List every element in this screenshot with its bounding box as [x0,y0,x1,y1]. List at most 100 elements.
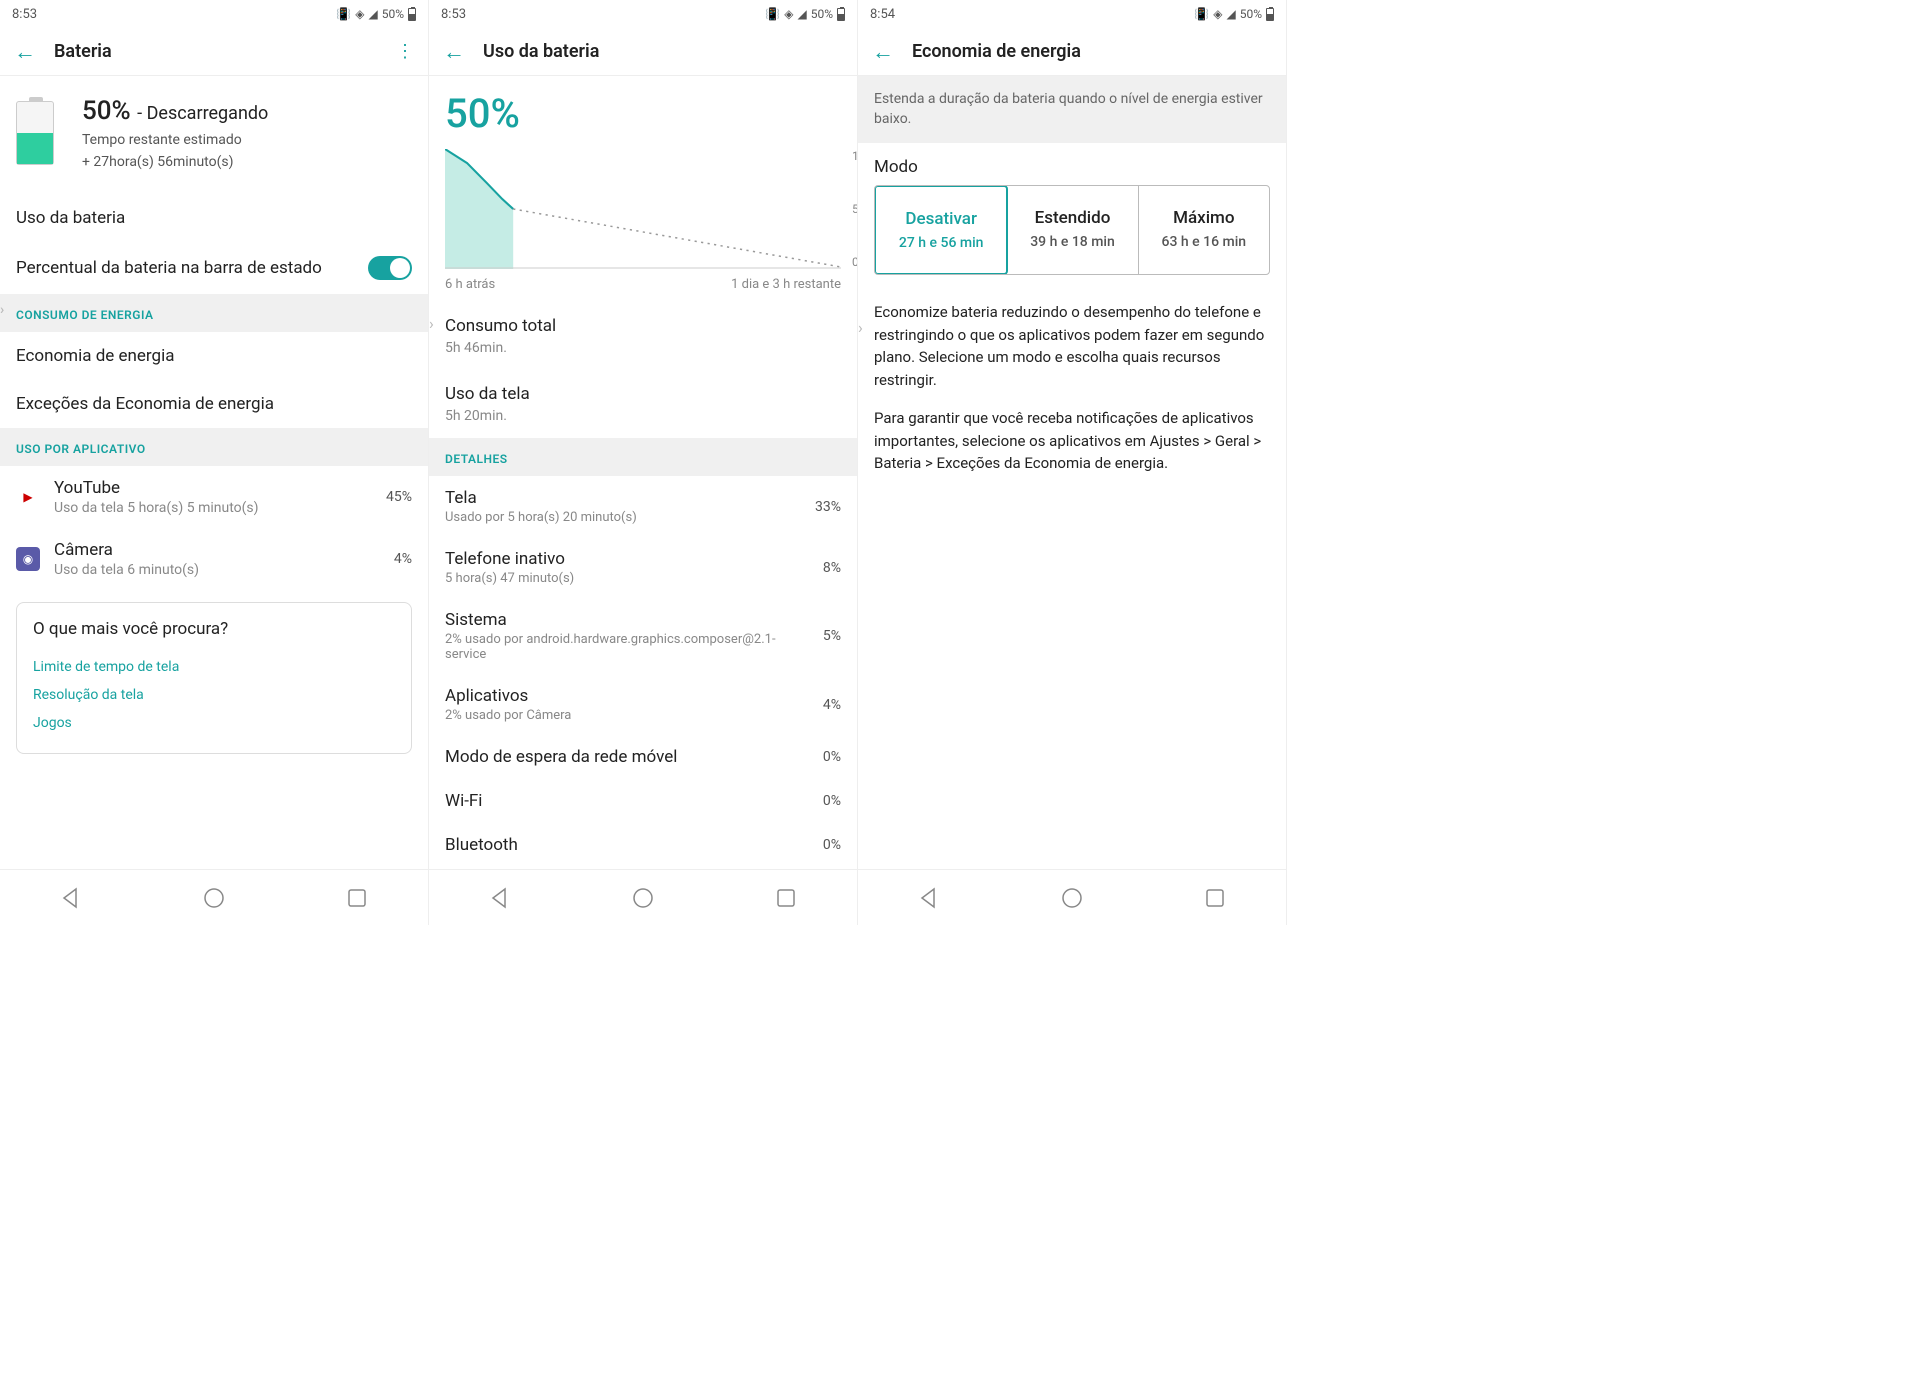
status-bar: 8:54 📳 ◈ ◢ 50% [858,0,1286,28]
toggle-switch[interactable] [368,256,412,280]
nav-back-button[interactable] [488,886,512,910]
detail-row[interactable]: Bluetooth0% [429,823,857,867]
battery-pct: 50% [1240,7,1262,21]
estimate-value: + 27hora(s) 56minuto(s) [82,154,268,170]
vibrate-icon: 📳 [336,7,351,21]
back-icon[interactable]: ← [443,39,465,65]
detail-row[interactable]: Aplicativos2% usado por Câmera4% [429,674,857,735]
status-time: 8:53 [12,7,37,22]
camera-icon: ◉ [16,547,40,571]
app-pct: 4% [394,551,412,567]
mode-label: Modo [858,143,1286,185]
detail-sub: 2% usado por Câmera [445,708,809,723]
battery-status: - Descarregando [137,103,268,124]
percent-statusbar-toggle-row[interactable]: Percentual da bateria na barra de estado [0,242,428,294]
card-title: O que mais você procura? [33,619,395,639]
detail-row[interactable]: Modo de espera da rede móvel0% [429,735,857,779]
screen-header: ← Uso da bateria [429,28,857,76]
energy-saving-link[interactable]: Economia de energia [0,332,428,380]
detail-title: Telefone inativo [445,549,809,569]
mode-extended[interactable]: Estendido 39 h e 18 min [1007,186,1138,274]
link-games[interactable]: Jogos [33,709,395,737]
app-row-camera[interactable]: ◉ CâmeraUso da tela 6 minuto(s) 4% [0,528,428,590]
link-resolution[interactable]: Resolução da tela [33,681,395,709]
app-row-youtube[interactable]: ▶ YouTube Uso da tela 5 hora(s) 5 minuto(… [0,466,428,528]
battery-pct: 50% [811,7,833,21]
signal-icon: ◢ [797,7,806,21]
screen-battery: 8:53 📳 ◈ ◢ 50% ← Bateria ⋮ 50% - Descarr… [0,0,429,925]
battery-icon [408,8,416,21]
status-bar: 8:53 📳 ◈ ◢ 50% [429,0,857,28]
youtube-icon: ▶ [16,485,40,509]
app-name: Câmera [54,540,380,560]
detail-row[interactable]: Sistema2% usado por android.hardware.gra… [429,598,857,674]
app-name: YouTube [54,478,372,498]
detail-row[interactable]: Telefone inativo 5 hora(s) 47 minuto(s) 8% [429,537,857,598]
detail-sub: 5 hora(s) 47 minuto(s) [445,571,809,586]
back-icon[interactable]: ← [872,39,894,65]
nav-bar [858,869,1286,925]
battery-info: 50% - Descarregando Tempo restante estim… [82,96,268,170]
battery-icon [1266,8,1274,21]
detail-row[interactable]: Tela Usado por 5 hora(s) 20 minuto(s) 33% [429,476,857,537]
page-title: Economia de energia [912,41,1272,62]
vibrate-icon: 📳 [1194,7,1209,21]
detail-title: Modo de espera da rede móvel [445,747,809,767]
chevron-right-icon: › [429,314,434,333]
big-percent: 50% [429,76,857,145]
nav-home-button[interactable] [1060,886,1084,910]
detail-title: Tela [445,488,801,508]
mode-selector: Desativar 27 h e 56 min Estendido 39 h e… [874,185,1270,275]
overflow-icon[interactable]: ⋮ [396,41,414,62]
page-title: Uso da bateria [483,41,843,62]
detail-title: Wi-Fi [445,791,809,811]
battery-usage-link[interactable]: Uso da bateria [0,194,428,242]
content: Estenda a duração da bateria quando o ní… [858,76,1286,869]
detail-pct: 8% [823,560,841,576]
back-icon[interactable]: ← [14,39,36,65]
mode-maximum[interactable]: Máximo 63 h e 16 min [1139,186,1269,274]
status-icons: 📳 ◈ ◢ 50% [336,7,416,21]
section-details: DETALHES [429,438,857,476]
chevron-right-icon: › [858,318,863,337]
nav-bar [429,869,857,925]
wifi-icon: ◈ [355,7,364,21]
y-axis-labels: 100% 50% 0% [852,149,857,269]
status-icons: 📳 ◈ ◢ 50% [765,7,845,21]
signal-icon: ◢ [1226,7,1235,21]
energy-exceptions-link[interactable]: Exceções da Economia de energia [0,380,428,428]
nav-recent-button[interactable] [345,886,369,910]
nav-recent-button[interactable] [774,886,798,910]
detail-sub: 2% usado por android.hardware.graphics.c… [445,632,809,662]
nav-home-button[interactable] [202,886,226,910]
mode-disable[interactable]: Desativar 27 h e 56 min [874,185,1008,275]
nav-back-button[interactable] [59,886,83,910]
info-banner: Estenda a duração da bateria quando o ní… [858,76,1286,143]
screen-usage-row[interactable]: Uso da tela 5h 20min. [429,370,857,438]
chart-x-labels: 6 h atrás 1 dia e 3 h restante [429,277,857,302]
battery-chart[interactable]: 100% 50% 0% [445,149,841,269]
chevron-right-icon: › [0,302,5,318]
nav-back-button[interactable] [917,886,941,910]
link-screen-time[interactable]: Limite de tempo de tela [33,653,395,681]
battery-icon [837,8,845,21]
detail-pct: 33% [815,499,841,515]
nav-home-button[interactable] [631,886,655,910]
app-pct: 45% [386,489,412,505]
description-2: Para garantir que você receba notificaçõ… [858,399,1286,483]
detail-pct: 0% [823,837,841,853]
signal-icon: ◢ [368,7,377,21]
total-consumption-row[interactable]: Consumo total 5h 46min. [429,302,857,370]
detail-title: Sistema [445,610,809,630]
detail-row[interactable]: Wi-Fi0% [429,779,857,823]
detail-title: Aplicativos [445,686,809,706]
status-time: 8:53 [441,7,466,22]
nav-bar [0,869,428,925]
screen-usage: 8:53 📳 ◈ ◢ 50% ← Uso da bateria 50% 100%… [429,0,858,925]
nav-recent-button[interactable] [1203,886,1227,910]
section-per-app: USO POR APLICATIVO [0,428,428,466]
app-sub: Uso da tela 5 hora(s) 5 minuto(s) [54,500,372,516]
battery-visual-icon [16,101,54,165]
section-consumption: ›CONSUMO DE ENERGIA [0,294,428,332]
detail-sub: Usado por 5 hora(s) 20 minuto(s) [445,510,801,525]
